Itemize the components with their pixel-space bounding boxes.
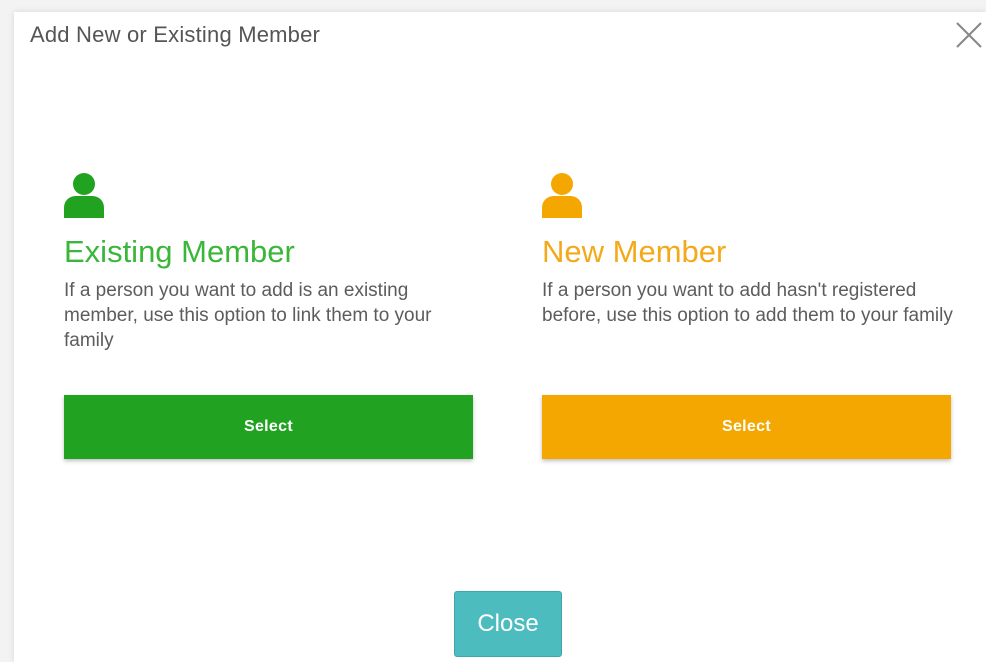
new-member-description: If a person you want to add hasn't regis… bbox=[542, 280, 953, 326]
existing-member-description: If a person you want to add is an existi… bbox=[64, 280, 432, 351]
select-existing-member-button[interactable]: Select bbox=[64, 395, 473, 459]
new-member-title: New Member bbox=[542, 234, 952, 270]
close-button[interactable]: Close bbox=[454, 591, 562, 657]
person-icon bbox=[542, 173, 582, 218]
existing-member-title: Existing Member bbox=[64, 234, 474, 270]
close-x-icon[interactable] bbox=[952, 18, 986, 52]
new-member-option: New Member If a person you want to add h… bbox=[542, 172, 953, 459]
existing-title-word1: Existing bbox=[64, 234, 173, 269]
person-icon bbox=[64, 173, 104, 218]
new-title-word2: Member bbox=[612, 234, 727, 269]
existing-title-word2: Member bbox=[181, 234, 295, 269]
existing-member-option: Existing Member If a person you want to … bbox=[64, 172, 474, 459]
new-title-word1: New bbox=[542, 234, 605, 269]
dialog-title: Add New or Existing Member bbox=[30, 22, 321, 47]
select-new-member-button[interactable]: Select bbox=[542, 395, 951, 459]
add-member-dialog: Add New or Existing Member Existing Memb… bbox=[14, 12, 986, 662]
